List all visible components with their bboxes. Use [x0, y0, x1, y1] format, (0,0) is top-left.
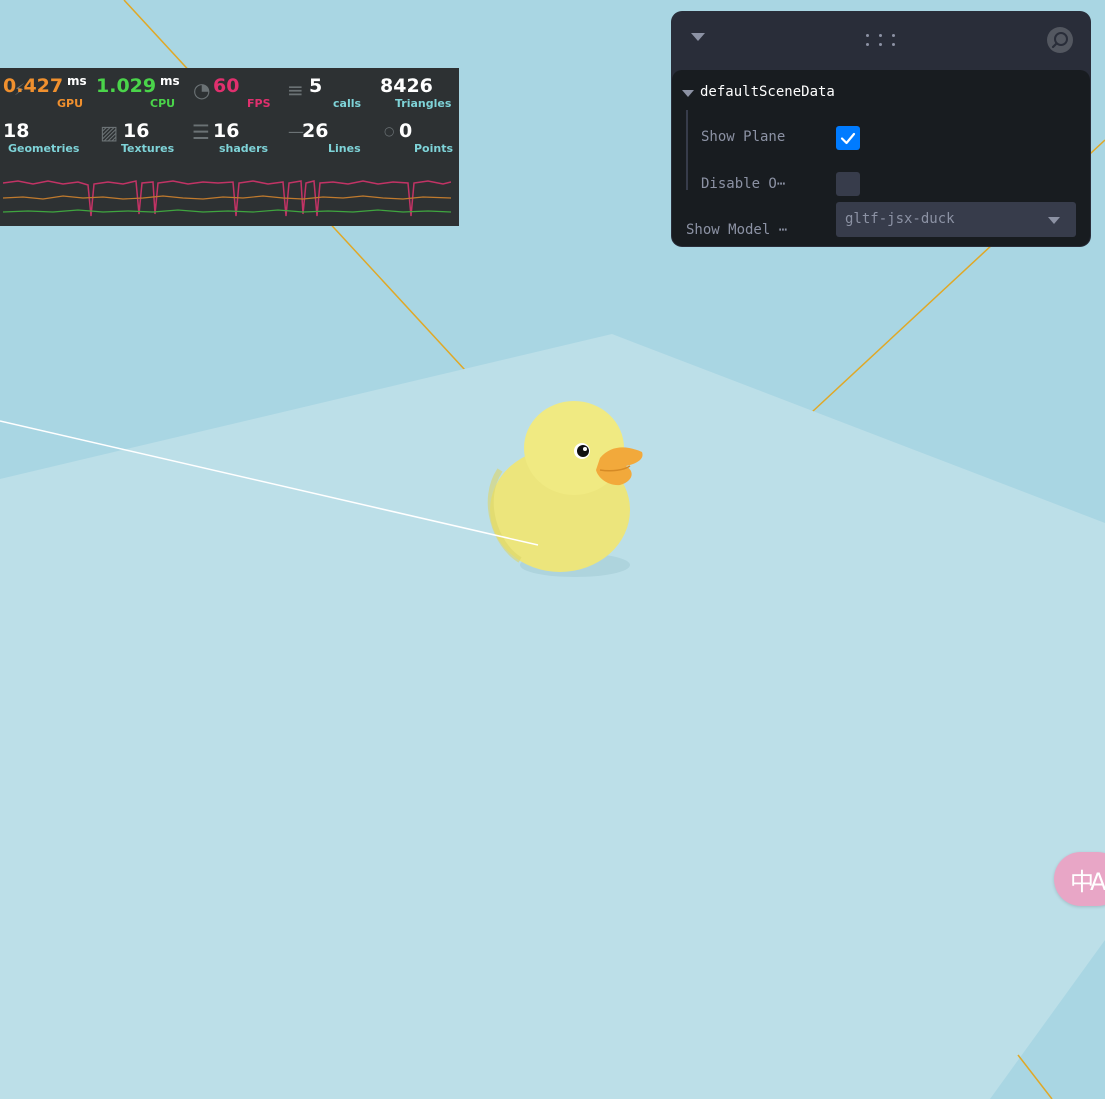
show-model-value: gltf-jsx-duck: [845, 211, 955, 227]
show-model-label: Show Model ⋯: [686, 222, 788, 238]
points-label: Points: [414, 142, 454, 155]
drag-handle-icon[interactable]: [864, 31, 898, 51]
lines-label: Lines: [328, 142, 361, 155]
cpu-label: CPU: [150, 97, 176, 110]
textures-value: 16: [123, 120, 150, 142]
triangles-value: 8426: [380, 75, 433, 97]
gpu-unit: ms: [67, 74, 87, 88]
gpu-label: GPU: [57, 97, 84, 110]
fps-value: 60: [213, 75, 240, 97]
triangles-label: Triangles: [395, 97, 452, 110]
image-icon: ▨: [100, 122, 118, 144]
search-icon: [1051, 32, 1068, 49]
shaders-value: 16: [213, 120, 240, 142]
calls-value: 5: [309, 75, 323, 97]
textures-label: Textures: [121, 142, 175, 155]
folder-chevron-icon[interactable]: [682, 90, 694, 97]
perf-monitor: ⚡ 0.427 ms GPU 1.029 ms CPU ◔ 60 FPS ≡ 5…: [0, 68, 459, 226]
cpu-graph-line: [3, 209, 451, 213]
translate-icon: 中A: [1070, 868, 1105, 896]
calls-icon: ≡: [287, 78, 304, 102]
timer-icon: ◔: [193, 78, 211, 102]
search-button[interactable]: [1047, 27, 1073, 53]
chevron-down-icon[interactable]: [691, 33, 705, 41]
show-plane-label: Show Plane: [701, 129, 786, 145]
translate-button[interactable]: 中A: [1054, 852, 1105, 906]
gpu-value: 0.427: [3, 75, 64, 97]
show-model-select[interactable]: gltf-jsx-duck: [836, 202, 1076, 237]
gpu-graph-line: [3, 195, 451, 200]
panel-titlebar: [671, 11, 1091, 69]
geometries-value: 18: [3, 120, 30, 142]
folder-indent-line: [686, 110, 688, 190]
perf-graph: [3, 180, 451, 217]
geometries-label: Geometries: [8, 142, 80, 155]
checkmark-icon: [840, 132, 856, 145]
disable-checkbox[interactable]: [836, 172, 860, 196]
cpu-unit: ms: [160, 74, 180, 88]
panel-body: defaultSceneData Show Plane Disable O⋯ S…: [672, 70, 1090, 246]
shaders-label: shaders: [219, 142, 269, 155]
lines-value: 26: [302, 120, 329, 142]
cpu-value: 1.029: [96, 75, 157, 97]
folder-title[interactable]: defaultSceneData: [700, 84, 835, 100]
fps-label: FPS: [247, 97, 271, 110]
chevron-down-icon: [1048, 217, 1060, 224]
points-value: 0: [399, 120, 413, 142]
controls-panel: defaultSceneData Show Plane Disable O⋯ S…: [671, 11, 1091, 247]
calls-label: calls: [333, 97, 362, 110]
point-icon: ○: [384, 124, 395, 138]
list-icon: ☰: [192, 120, 210, 144]
disable-label: Disable O⋯: [701, 176, 786, 192]
show-plane-checkbox[interactable]: [836, 126, 860, 150]
